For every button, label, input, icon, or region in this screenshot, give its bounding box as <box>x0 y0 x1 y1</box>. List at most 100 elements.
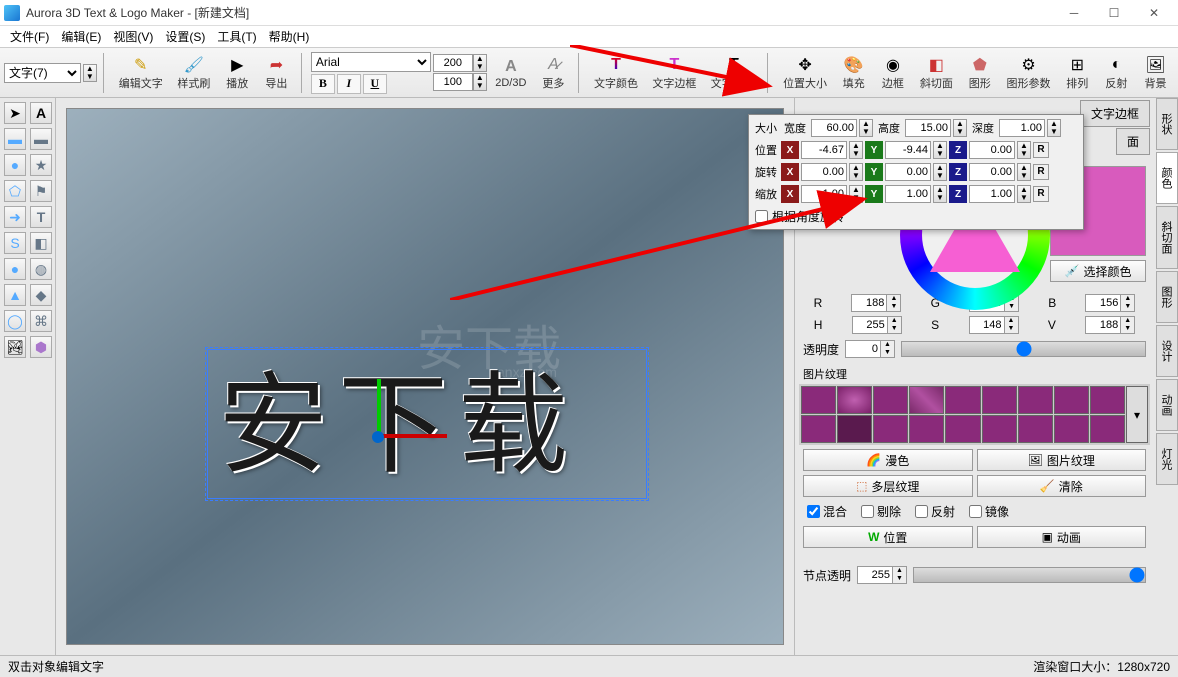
height-stepper[interactable]: ▲▼ <box>953 119 967 137</box>
cone-tool[interactable]: ▲ <box>4 284 26 306</box>
arrange-button[interactable]: ⊞排列 <box>1059 52 1096 94</box>
rtab-design[interactable]: 设计 <box>1156 325 1178 377</box>
pos-x-input[interactable] <box>801 141 847 159</box>
scale-z-stepper[interactable]: ▲▼ <box>1017 185 1031 203</box>
text-italic-button[interactable]: T文字斜切 <box>705 52 761 94</box>
rect-tool[interactable]: ▬ <box>4 128 26 150</box>
scale-z-input[interactable] <box>969 185 1015 203</box>
style-brush-button[interactable]: 🖌样式刷 <box>171 52 217 94</box>
rot-z-input[interactable] <box>969 163 1015 181</box>
rtab-anim[interactable]: 动画 <box>1156 379 1178 431</box>
reflect-button[interactable]: ◐反射 <box>1098 52 1135 94</box>
texture-item[interactable] <box>1090 386 1125 414</box>
texture-item[interactable] <box>982 415 1017 443</box>
2d3d-button[interactable]: A2D/3D <box>489 54 533 92</box>
h-input[interactable] <box>853 317 887 333</box>
mirror-check[interactable]: 镜像 <box>969 503 1009 520</box>
texture-item[interactable] <box>873 386 908 414</box>
pos-y-axis[interactable]: Y <box>865 141 883 159</box>
rtab-shape[interactable]: 形状 <box>1156 98 1178 150</box>
more-button[interactable]: A̷更多 <box>535 52 572 94</box>
pos-y-input[interactable] <box>885 141 931 159</box>
reflect-check[interactable]: 反射 <box>915 503 955 520</box>
rot-y-stepper[interactable]: ▲▼ <box>933 163 947 181</box>
texture-item[interactable] <box>801 386 836 414</box>
img-tex-button[interactable]: 🖼图片纹理 <box>977 449 1147 471</box>
node-opacity-slider[interactable] <box>913 567 1146 583</box>
pos-y-stepper[interactable]: ▲▼ <box>933 141 947 159</box>
italic-button[interactable]: I <box>337 74 361 94</box>
maximize-button[interactable]: ☐ <box>1094 1 1134 25</box>
rotate-by-angle-check[interactable]: 根据角度旋转 <box>751 208 844 225</box>
scale-y-stepper[interactable]: ▲▼ <box>933 185 947 203</box>
scale-x-input[interactable] <box>801 185 847 203</box>
cull-check[interactable]: 剔除 <box>861 503 901 520</box>
s-tool[interactable]: S <box>4 232 26 254</box>
rtab-color[interactable]: 颜色 <box>1156 152 1178 204</box>
depth-stepper[interactable]: ▲▼ <box>1047 119 1061 137</box>
image-tool[interactable]: 🏞 <box>4 336 26 358</box>
pos-x-stepper[interactable]: ▲▼ <box>849 141 863 159</box>
scale-x-axis[interactable]: X <box>781 185 799 203</box>
poly-tool[interactable]: ⬠ <box>4 180 26 202</box>
s-input[interactable] <box>970 317 1004 333</box>
opacity-input[interactable] <box>846 341 880 357</box>
rect3d-tool[interactable]: ▬ <box>30 128 52 150</box>
texture-item[interactable] <box>873 415 908 443</box>
texture-item[interactable] <box>801 415 836 443</box>
scale-x-stepper[interactable]: ▲▼ <box>849 185 863 203</box>
texture-more[interactable]: ▾ <box>1126 386 1148 443</box>
object-select[interactable]: 文字(7) <box>4 63 81 83</box>
text-tool[interactable]: A <box>30 102 52 124</box>
prop-tab-face[interactable]: 面 <box>1116 128 1150 155</box>
circle-tool[interactable]: ● <box>4 154 26 176</box>
texture-item[interactable] <box>1090 415 1125 443</box>
r-input[interactable] <box>852 295 886 311</box>
texture-item[interactable] <box>837 415 872 443</box>
texture-item[interactable] <box>909 386 944 414</box>
rot-z-axis[interactable]: Z <box>949 163 967 181</box>
menu-view[interactable]: 视图(V) <box>107 26 159 47</box>
depth-input[interactable] <box>999 119 1045 137</box>
rot-x-stepper[interactable]: ▲▼ <box>849 163 863 181</box>
viewport[interactable]: 安下载 anxz.com 安下载 <box>66 108 784 645</box>
height-input[interactable] <box>905 119 951 137</box>
rot-x-axis[interactable]: X <box>781 163 799 181</box>
texture-item[interactable] <box>982 386 1017 414</box>
object-stepper[interactable]: ▲▼ <box>83 64 97 82</box>
text-border-button[interactable]: T文字边框 <box>646 52 702 94</box>
texture-item[interactable] <box>1054 386 1089 414</box>
menu-tools[interactable]: 工具(T) <box>211 26 262 47</box>
texture-item[interactable] <box>945 415 980 443</box>
opacity-slider[interactable] <box>901 341 1146 357</box>
rot-y-axis[interactable]: Y <box>865 163 883 181</box>
cyl-tool[interactable]: ◍ <box>30 258 52 280</box>
edit-text-button[interactable]: ✎编辑文字 <box>113 52 169 94</box>
anim-button[interactable]: ▣动画 <box>977 526 1147 548</box>
font-size-1[interactable] <box>433 54 473 72</box>
underline-button[interactable]: U <box>363 74 387 94</box>
diffuse-button[interactable]: 🌈漫色 <box>803 449 973 471</box>
texture-item[interactable] <box>1018 386 1053 414</box>
rot-reset[interactable]: R <box>1033 164 1049 180</box>
border-button[interactable]: ◉边框 <box>874 52 911 94</box>
menu-settings[interactable]: 设置(S) <box>159 26 211 47</box>
rot-y-input[interactable] <box>885 163 931 181</box>
scale-y-axis[interactable]: Y <box>865 185 883 203</box>
shape-button[interactable]: ⬟图形 <box>961 52 998 94</box>
bevel-button[interactable]: ◧斜切面 <box>913 52 959 94</box>
shape-params-button[interactable]: ⚙图形参数 <box>1000 52 1056 94</box>
rot-z-stepper[interactable]: ▲▼ <box>1017 163 1031 181</box>
torus-tool[interactable]: ◯ <box>4 310 26 332</box>
rot-x-input[interactable] <box>801 163 847 181</box>
b-input[interactable] <box>1086 295 1120 311</box>
axis-origin[interactable] <box>372 431 384 443</box>
rtab-graphic[interactable]: 图形 <box>1156 271 1178 323</box>
diamond-tool[interactable]: ◆ <box>30 284 52 306</box>
size1-stepper[interactable]: ▲▼ <box>473 54 487 72</box>
multi-tex-button[interactable]: ⬚多层纹理 <box>803 475 973 497</box>
font-size-2[interactable] <box>433 73 473 91</box>
v-input[interactable] <box>1086 317 1120 333</box>
menu-edit[interactable]: 编辑(E) <box>55 26 107 47</box>
bg-button[interactable]: 🖼背景 <box>1137 52 1174 94</box>
